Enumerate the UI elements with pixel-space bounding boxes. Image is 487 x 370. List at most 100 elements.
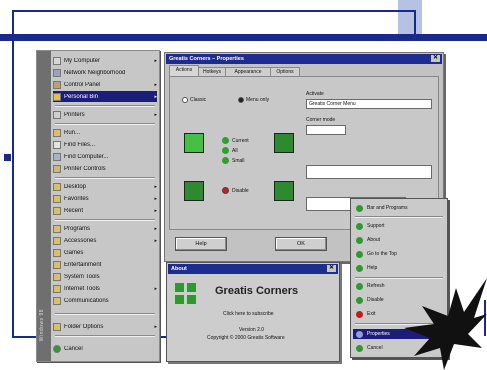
ctx-item-about[interactable]: About: [353, 235, 445, 245]
brand-text: Windows 98: [39, 308, 45, 341]
frame-bar: [0, 34, 487, 41]
about-version: Version 2.0: [239, 327, 265, 333]
corner-bottom-left[interactable]: [184, 181, 204, 201]
starburst-pointer-icon: [404, 278, 487, 370]
about-titlebar[interactable]: About ✕: [168, 264, 338, 274]
menu-item-personal-bin[interactable]: Personal Bin ▸: [53, 91, 157, 102]
help-icon: [356, 264, 363, 272]
start-menu-brand-strip: Windows 98: [37, 51, 51, 361]
radio-menu-only-label: Menu only: [246, 97, 270, 103]
frame-border-top: [12, 10, 416, 34]
accessories-icon: [53, 236, 61, 245]
option-disable-label: Disable: [232, 188, 249, 194]
menu-item-programs[interactable]: Programs ▸: [53, 223, 157, 234]
help-button[interactable]: Help: [175, 237, 227, 251]
about-product-name: Greatis Corners: [215, 285, 299, 297]
menu-item-run[interactable]: Run...: [53, 127, 157, 138]
dialog-titlebar[interactable]: Greatis Corners – Properties ✕: [166, 54, 442, 64]
activate-select[interactable]: Greatis Corner Menu: [306, 99, 432, 109]
menu-item-communications[interactable]: Communications: [53, 295, 157, 306]
menu-item-printer-controls[interactable]: Printer Controls: [53, 163, 157, 174]
disable-icon: [356, 296, 363, 304]
greatis-logo-icon: [175, 283, 197, 305]
system-tools-icon: [53, 272, 61, 281]
network-icon: [53, 68, 61, 77]
about-tagline[interactable]: Click here to subscribe: [223, 311, 274, 317]
communications-icon: [53, 296, 61, 305]
menu-item-system-tools[interactable]: System Tools: [53, 271, 157, 282]
programs-icon: [53, 224, 61, 233]
option-current-radio[interactable]: [222, 137, 229, 144]
menu-separator: [55, 177, 155, 179]
find-computer-icon: [53, 152, 61, 161]
top-icon: [356, 250, 363, 258]
option-all-label: All: [232, 148, 238, 154]
games-icon: [53, 248, 61, 257]
option-all-radio[interactable]: [222, 147, 229, 154]
about-copyright: Copyright © 2000 Greatis Software: [207, 335, 285, 341]
menu-separator: [55, 105, 155, 107]
printer-controls-icon: [53, 164, 61, 173]
properties-icon: [356, 330, 363, 338]
menu-separator: [55, 335, 155, 337]
support-icon: [356, 222, 363, 230]
menu-item-control-panel[interactable]: Control Panel ▸: [53, 79, 157, 90]
ctx-item-go-to-top[interactable]: Go to the Top: [353, 249, 445, 259]
entertainment-icon: [53, 260, 61, 269]
menu-item-folder-options[interactable]: Folder Options ▸: [53, 321, 157, 332]
corner-mode-label: Corner mode: [306, 117, 336, 123]
ok-button[interactable]: OK: [275, 237, 327, 251]
menu-separator: [55, 219, 155, 221]
exit-icon: [356, 310, 363, 318]
radio-classic-label: Classic: [190, 97, 207, 103]
folder-icon: [53, 92, 61, 101]
ctx-item-bar-and-programs[interactable]: Bar and Programs: [353, 203, 445, 213]
cancel-icon: [356, 344, 363, 352]
menu-item-printers[interactable]: Printers ▸: [53, 109, 157, 120]
menu-item-desktop[interactable]: Desktop ▸: [53, 181, 157, 192]
menu-item-find-files[interactable]: Find Files...: [53, 139, 157, 150]
ctx-item-help[interactable]: Help: [353, 263, 445, 273]
menu-item-games[interactable]: Games: [53, 247, 157, 258]
corner-bottom-right[interactable]: [274, 181, 294, 201]
option-small-label: Small: [232, 158, 245, 164]
frame-border-left: [12, 40, 14, 338]
corner-top-right[interactable]: [274, 133, 294, 153]
menu-item-network[interactable]: Network Neighborhood: [53, 67, 157, 78]
menu-item-recent[interactable]: Recent ▸: [53, 205, 157, 216]
cancel-icon: [53, 344, 61, 353]
run-icon: [53, 128, 61, 137]
refresh-icon: [356, 282, 363, 290]
menu-item-accessories[interactable]: Accessories ▸: [53, 235, 157, 246]
option-disable-radio[interactable]: [222, 187, 229, 194]
menu-item-entertainment[interactable]: Entertainment: [53, 259, 157, 270]
radio-menu-only[interactable]: [238, 97, 244, 103]
menu-item-internet-tools[interactable]: Internet Tools ▸: [53, 283, 157, 294]
close-icon[interactable]: ✕: [431, 55, 440, 62]
computer-icon: [53, 56, 61, 65]
recent-icon: [53, 206, 61, 215]
desktop-icon: [53, 182, 61, 191]
option-current-label: Current: [232, 138, 249, 144]
about-window: About ✕ Greatis Corners Click here to su…: [166, 262, 340, 362]
menu-item-find-computer[interactable]: Find Computer...: [53, 151, 157, 162]
menu-item-favorites[interactable]: Favorites ▸: [53, 193, 157, 204]
dialog-title: Greatis Corners – Properties: [169, 56, 244, 62]
menu-item-cancel[interactable]: Cancel: [53, 343, 157, 354]
ctx-separator: [355, 216, 443, 218]
ctx-item-support[interactable]: Support: [353, 221, 445, 231]
folder-options-icon: [53, 322, 61, 331]
about-icon: [356, 236, 363, 244]
menu-separator: [55, 123, 155, 125]
radio-classic[interactable]: [182, 97, 188, 103]
close-icon[interactable]: ✕: [327, 265, 336, 272]
menu-item-my-computer[interactable]: My Computer ▸: [53, 55, 157, 66]
printer-icon: [53, 110, 61, 119]
bar-icon: [356, 204, 363, 212]
option-small-radio[interactable]: [222, 157, 229, 164]
command-field[interactable]: [306, 165, 432, 179]
start-menu: Windows 98 My Computer ▸ Network Neighbor…: [36, 50, 160, 362]
corner-mode-field[interactable]: [306, 125, 346, 135]
control-panel-icon: [53, 80, 61, 89]
corner-top-left[interactable]: [184, 133, 204, 153]
